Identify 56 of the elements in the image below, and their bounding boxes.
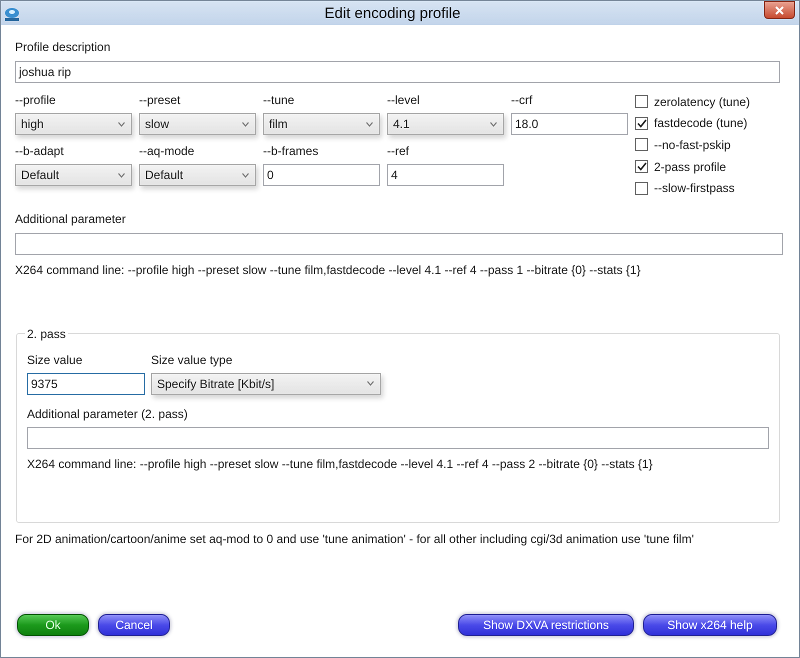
- checkbox-label: --slow-firstpass: [654, 181, 735, 196]
- chevron-down-icon: [118, 172, 125, 178]
- dropdown[interactable]: Default: [15, 164, 132, 186]
- field-label: Additional parameter (2. pass): [27, 406, 189, 421]
- checkbox[interactable]: [635, 95, 648, 108]
- field-label: --b-adapt: [15, 144, 65, 158]
- checkbox[interactable]: [635, 138, 648, 152]
- input-field[interactable]: joshua rip: [15, 61, 780, 83]
- checkbox-label: 2-pass profile: [654, 160, 726, 174]
- dropdown[interactable]: Specify Bitrate [Kbit/s]: [151, 372, 381, 395]
- field-label: --crf: [511, 93, 534, 107]
- checkbox[interactable]: [635, 182, 648, 195]
- chevron-down-icon: [242, 122, 249, 126]
- dropdown[interactable]: 4.1: [387, 113, 504, 135]
- input-field[interactable]: 9375: [27, 372, 145, 395]
- checkbox[interactable]: [635, 160, 648, 174]
- field-label: Additional parameter: [15, 212, 127, 226]
- command-line-text: X264 command line: --profile high --preset slow --tune film,fastdecode --level 4.1 --ref 4 --pass 2 --bitrate {0} --stats {1}: [27, 456, 654, 471]
- chevron-down-icon: [367, 381, 374, 386]
- field-label: --ref: [387, 144, 410, 158]
- command-line-text: X264 command line: --profile high --preset slow --tune film,fastdecode --level 4.1 --ref 4 --pass 1 --bitrate {0} --stats {1}: [15, 262, 642, 277]
- checkbox-label: --no-fast-pskip: [654, 138, 731, 152]
- dropdown[interactable]: slow: [139, 113, 256, 135]
- field-label: --preset: [139, 93, 182, 107]
- input-field[interactable]: 0: [263, 164, 380, 186]
- input-field[interactable]: 18.0: [511, 113, 628, 135]
- dropdown[interactable]: high: [15, 113, 132, 135]
- field-label: --aq-mode: [139, 144, 196, 158]
- checkbox-label: zerolatency (tune): [654, 94, 750, 109]
- group-title: 2. pass: [26, 326, 67, 341]
- action-button[interactable]: Show x264 help: [643, 614, 777, 636]
- field-label: --profile: [15, 93, 57, 107]
- input-field[interactable]: 4: [387, 164, 504, 186]
- hint-text: For 2D animation/cartoon/anime set aq-mod to 0 and use 'tune animation' - for all other including cgi/3d animation use 'tune film': [15, 532, 695, 546]
- action-button[interactable]: Show DXVA restrictions: [458, 614, 634, 636]
- field-label: Size value type: [151, 352, 234, 367]
- chevron-down-icon: [118, 122, 125, 126]
- window-title: Edit encoding profile: [324, 4, 462, 22]
- chevron-down-icon: [242, 172, 249, 178]
- app-icon: [3, 6, 21, 22]
- close-button[interactable]: [764, 1, 795, 19]
- action-button[interactable]: Cancel: [98, 614, 170, 636]
- chevron-down-icon: [490, 122, 497, 126]
- checkbox-label: fastdecode (tune): [654, 116, 748, 130]
- close-icon: [775, 6, 784, 14]
- input-field[interactable]: [15, 232, 783, 255]
- field-label: --level: [387, 93, 421, 107]
- field-label: Size value: [27, 352, 84, 367]
- field-label: --b-frames: [263, 144, 320, 158]
- input-field[interactable]: [27, 426, 769, 449]
- chevron-down-icon: [366, 122, 373, 126]
- checkbox[interactable]: [635, 116, 648, 130]
- field-label: --tune: [263, 93, 296, 107]
- dropdown[interactable]: Default: [139, 164, 256, 186]
- field-label: Profile description: [15, 40, 112, 54]
- dropdown[interactable]: film: [263, 113, 380, 135]
